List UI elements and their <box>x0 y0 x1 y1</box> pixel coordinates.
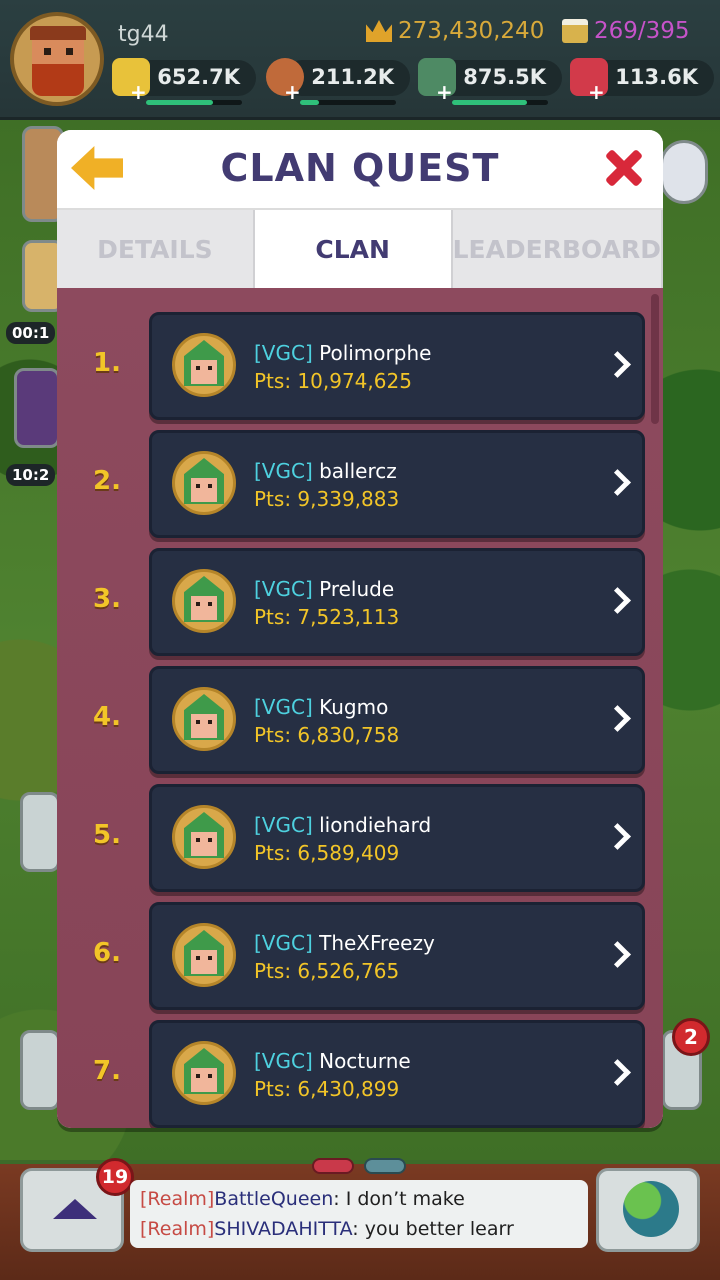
member-name: [VGC] Kugmo <box>254 695 389 719</box>
list-item[interactable]: 4. [VGC] Kugmo Pts: 6,830,758 <box>57 666 663 774</box>
member-avatar <box>172 569 236 633</box>
member-card[interactable]: [VGC] ballercz Pts: 9,339,883 <box>149 430 645 538</box>
resource-gold[interactable]: + 652.7K <box>112 58 256 105</box>
side-hero-portrait-3[interactable] <box>14 368 60 448</box>
chevron-right-icon[interactable] <box>606 821 628 853</box>
member-points: Pts: 10,974,625 <box>254 369 412 393</box>
chevron-right-icon[interactable] <box>606 1057 628 1089</box>
member-avatar <box>172 687 236 751</box>
member-avatar <box>172 805 236 869</box>
chevron-right-icon[interactable] <box>606 585 628 617</box>
crown-total: 273,430,240 <box>366 18 544 44</box>
member-avatar <box>172 923 236 987</box>
rank-number: 6. <box>93 938 121 968</box>
rank-number: 2. <box>93 466 121 496</box>
chat-message: [Realm]BattleQueen: I don’t make <box>140 1188 465 1210</box>
member-name: [VGC] liondiehard <box>254 813 432 837</box>
beer-counter-value: 269/395 <box>594 18 690 44</box>
member-name: [VGC] Prelude <box>254 577 395 601</box>
crown-total-value: 273,430,240 <box>398 18 545 44</box>
rank-number: 4. <box>93 702 121 732</box>
chevron-right-icon[interactable] <box>606 939 628 971</box>
rank-number: 5. <box>93 820 121 850</box>
chevron-right-icon[interactable] <box>606 703 628 735</box>
member-name: [VGC] Polimorphe <box>254 341 432 365</box>
ruby-value: 113.6K <box>615 65 698 89</box>
chevron-right-icon[interactable] <box>606 349 628 381</box>
chat-message: [Realm]SHIVADAHITTA: you better learr <box>140 1218 514 1240</box>
tab-details[interactable]: DETAILS <box>57 210 255 288</box>
member-points: Pts: 7,523,113 <box>254 605 400 629</box>
food-fill <box>300 100 320 105</box>
member-points: Pts: 6,526,765 <box>254 959 400 983</box>
member-card[interactable]: [VGC] Prelude Pts: 7,523,113 <box>149 548 645 656</box>
world-map-button[interactable] <box>596 1168 700 1252</box>
globe-icon <box>623 1181 679 1237</box>
dialog-header: CLAN QUEST <box>57 130 663 208</box>
side-shield-button[interactable] <box>20 1030 60 1110</box>
member-list[interactable]: 1. [VGC] Polimorphe Pts: 10,974,625 2. [… <box>57 288 663 1128</box>
chat-unread-badge: 19 <box>96 1158 134 1196</box>
tab-leaderboard[interactable]: LEADERBOARD <box>452 210 663 288</box>
resource-top-bar: tg44 273,430,240 269/395 + 652.7K + 211.… <box>0 0 720 120</box>
crown-icon <box>366 20 392 42</box>
chevron-right-icon[interactable] <box>606 467 628 499</box>
member-avatar <box>172 1041 236 1105</box>
beer-mug-icon <box>562 19 588 43</box>
dialog-title: CLAN QUEST <box>220 146 500 190</box>
tab-clan[interactable]: CLAN <box>254 210 453 300</box>
member-points: Pts: 6,430,899 <box>254 1077 400 1101</box>
chat-preview[interactable]: [Realm]BattleQueen: I don’t make [Realm]… <box>130 1180 588 1248</box>
side-heart-button[interactable] <box>20 792 60 872</box>
page-indicator-2 <box>364 1158 406 1174</box>
rank-number: 3. <box>93 584 121 614</box>
side-timer-2: 10:2 <box>6 464 56 486</box>
member-points: Pts: 6,589,409 <box>254 841 400 865</box>
member-card[interactable]: [VGC] liondiehard Pts: 6,589,409 <box>149 784 645 892</box>
list-item[interactable]: 5. [VGC] liondiehard Pts: 6,589,409 <box>57 784 663 892</box>
list-item[interactable]: 3. [VGC] Prelude Pts: 7,523,113 <box>57 548 663 656</box>
member-card[interactable]: [VGC] Polimorphe Pts: 10,974,625 <box>149 312 645 420</box>
player-name: tg44 <box>118 22 169 47</box>
resource-stone[interactable]: + 875.5K <box>418 58 562 105</box>
close-icon[interactable] <box>603 148 643 188</box>
list-item[interactable]: 1. [VGC] Polimorphe Pts: 10,974,625 <box>57 312 663 420</box>
resource-food[interactable]: + 211.2K <box>266 58 410 105</box>
player-avatar[interactable] <box>10 12 104 106</box>
food-value: 211.2K <box>311 65 394 89</box>
member-name: [VGC] TheXFreezy <box>254 931 435 955</box>
stone-fill <box>452 100 527 105</box>
gold-value: 652.7K <box>157 65 240 89</box>
list-item[interactable]: 6. [VGC] TheXFreezy Pts: 6,526,765 <box>57 902 663 1010</box>
member-avatar <box>172 333 236 397</box>
member-card[interactable]: [VGC] TheXFreezy Pts: 6,526,765 <box>149 902 645 1010</box>
member-avatar <box>172 451 236 515</box>
page-indicator-1 <box>312 1158 354 1174</box>
up-arrow-icon <box>53 1199 97 1219</box>
tab-bar: DETAILS CLAN LEADERBOARD <box>57 208 663 300</box>
notification-badge: 2 <box>672 1018 710 1056</box>
clan-quest-dialog: CLAN QUEST DETAILS CLAN LEADERBOARD 1. [… <box>57 130 663 1128</box>
side-right-arrow-button[interactable] <box>660 140 708 204</box>
list-item[interactable]: 2. [VGC] ballercz Pts: 9,339,883 <box>57 430 663 538</box>
rank-number: 1. <box>93 348 121 378</box>
member-card[interactable]: [VGC] Kugmo Pts: 6,830,758 <box>149 666 645 774</box>
list-item[interactable]: 7. [VGC] Nocturne Pts: 6,430,899 <box>57 1020 663 1128</box>
side-timer-1: 00:1 <box>6 322 56 344</box>
gold-fill <box>146 100 214 105</box>
stone-value: 875.5K <box>463 65 546 89</box>
member-points: Pts: 9,339,883 <box>254 487 400 511</box>
resource-ruby[interactable]: + 113.6K <box>570 58 714 104</box>
member-points: Pts: 6,830,758 <box>254 723 400 747</box>
member-name: [VGC] Nocturne <box>254 1049 411 1073</box>
beer-counter: 269/395 <box>562 18 690 44</box>
rank-number: 7. <box>93 1056 121 1086</box>
member-name: [VGC] ballercz <box>254 459 397 483</box>
member-card[interactable]: [VGC] Nocturne Pts: 6,430,899 <box>149 1020 645 1128</box>
